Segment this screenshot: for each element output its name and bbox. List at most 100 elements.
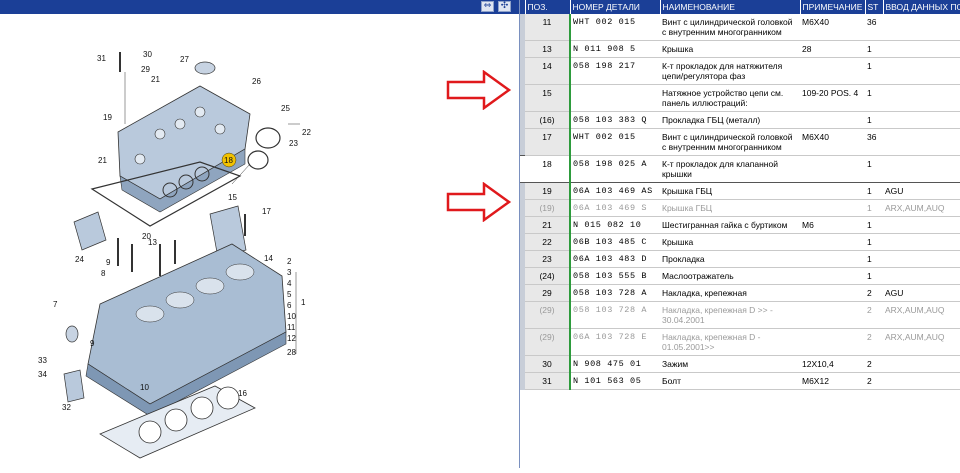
row-part-number: 058 103 383 Q bbox=[570, 111, 660, 129]
row-position: 18 bbox=[525, 155, 571, 183]
row-data-entry bbox=[883, 128, 960, 156]
row-data-entry bbox=[883, 40, 960, 58]
table-row[interactable]: 19 06A 103 469 AS Крышка ГБЦ 1 AGU bbox=[520, 182, 960, 200]
row-note bbox=[800, 182, 865, 200]
svg-text:27: 27 bbox=[180, 55, 189, 64]
row-data-entry bbox=[883, 250, 960, 268]
row-part-number: 06A 103 483 D bbox=[570, 250, 660, 268]
parts-table: ПОЗ. НОМЕР ДЕТАЛИ НАИМЕНОВАНИЕ ПРИМЕЧАНИ… bbox=[519, 0, 960, 468]
table-row[interactable]: 18 058 198 025 A К-т прокладок для клапанн… bbox=[520, 155, 960, 183]
svg-text:2: 2 bbox=[287, 257, 292, 266]
col-header-note[interactable]: ПРИМЕЧАНИЕ bbox=[800, 0, 866, 14]
row-note bbox=[800, 111, 865, 129]
row-name: Винт с цилиндрической головкой с внутрен… bbox=[660, 14, 800, 41]
table-row[interactable]: 14 058 198 217 К-т прокладок для натяжител… bbox=[520, 57, 960, 85]
row-name: Накладка, крепежная D >> - 30.04.2001 bbox=[660, 301, 800, 329]
row-part-number: N 908 475 01 bbox=[570, 355, 660, 373]
svg-text:33: 33 bbox=[38, 356, 47, 365]
row-quantity: 1 bbox=[865, 155, 883, 183]
table-row[interactable]: 31 N 101 563 05 Болт M6X12 2 bbox=[520, 372, 960, 390]
row-data-entry bbox=[883, 84, 960, 112]
row-note: 28 bbox=[800, 40, 865, 58]
table-row[interactable]: (29) 058 103 728 A Накладка, крепежная D >… bbox=[520, 301, 960, 329]
row-name: Прокладка ГБЦ (металл) bbox=[660, 111, 800, 129]
table-row[interactable]: 21 N 015 082 10 Шестигранная гайка с бурти… bbox=[520, 216, 960, 234]
row-note bbox=[800, 328, 865, 356]
row-name: Винт с цилиндрической головкой с внутрен… bbox=[660, 128, 800, 156]
row-name: К-т прокладок для клапанной крышки bbox=[660, 155, 800, 183]
row-data-entry bbox=[883, 216, 960, 234]
row-name: Накладка, крепежная D - 01.05.2001>> bbox=[660, 328, 800, 356]
cylinder-head-shape bbox=[87, 243, 287, 405]
row-note bbox=[800, 267, 865, 285]
table-row[interactable]: 13 N 011 908 5 Крышка 28 1 bbox=[520, 40, 960, 58]
row-data-entry: ARX,AUM,AUQ bbox=[883, 199, 960, 217]
row-position: 23 bbox=[525, 250, 571, 268]
svg-text:26: 26 bbox=[252, 77, 261, 86]
row-note bbox=[800, 155, 865, 183]
col-header-name[interactable]: НАИМЕНОВАНИЕ bbox=[660, 0, 801, 14]
svg-text:1: 1 bbox=[301, 298, 306, 307]
col-header-pos[interactable]: ПОЗ. bbox=[525, 0, 571, 14]
table-row[interactable]: 30 N 908 475 01 Зажим 12X10,4 2 bbox=[520, 355, 960, 373]
red-arrow-icon bbox=[446, 182, 512, 222]
row-position: (24) bbox=[525, 267, 571, 285]
row-part-number: N 015 082 10 bbox=[570, 216, 660, 234]
row-part-number: N 101 563 05 bbox=[570, 372, 660, 390]
row-part-number: 058 198 217 bbox=[570, 57, 660, 85]
row-position: 14 bbox=[525, 57, 571, 85]
table-row[interactable]: (16) 058 103 383 Q Прокладка ГБЦ (металл) 1 bbox=[520, 111, 960, 129]
svg-text:14: 14 bbox=[264, 254, 273, 263]
col-header-st[interactable]: ST bbox=[865, 0, 884, 14]
svg-text:21: 21 bbox=[151, 75, 160, 84]
row-note: 12X10,4 bbox=[800, 355, 865, 373]
row-part-number: 06A 103 469 S bbox=[570, 199, 660, 217]
table-row[interactable]: 29 058 103 728 A Накладка, крепежная 2 AGU bbox=[520, 284, 960, 302]
table-row[interactable]: 23 06A 103 483 D Прокладка 1 bbox=[520, 250, 960, 268]
row-quantity: 36 bbox=[865, 128, 883, 156]
svg-text:28: 28 bbox=[287, 348, 296, 357]
pan-tool-button[interactable]: ✣ bbox=[498, 1, 511, 12]
svg-text:8: 8 bbox=[101, 269, 106, 278]
row-position: 11 bbox=[525, 14, 571, 41]
row-name: Крышка bbox=[660, 233, 800, 251]
row-part-number bbox=[570, 84, 660, 112]
svg-text:31: 31 bbox=[97, 54, 106, 63]
row-quantity: 1 bbox=[865, 233, 883, 251]
svg-text:10: 10 bbox=[140, 383, 149, 392]
col-header-part-number[interactable]: НОМЕР ДЕТАЛИ bbox=[570, 0, 661, 14]
svg-text:6: 6 bbox=[287, 301, 292, 310]
row-position: 29 bbox=[525, 284, 571, 302]
row-quantity: 2 bbox=[865, 284, 883, 302]
table-row[interactable]: 11 WHT 002 015 Винт с цилиндрической голов… bbox=[520, 14, 960, 41]
row-note bbox=[800, 301, 865, 329]
svg-text:34: 34 bbox=[38, 370, 47, 379]
exploded-parts-diagram[interactable]: 18 30 31 29 27 21 26 25 22 23 19 21 20 1… bbox=[0, 14, 519, 468]
table-row[interactable]: 22 06B 103 485 C Крышка 1 bbox=[520, 233, 960, 251]
row-quantity: 2 bbox=[865, 301, 883, 329]
table-row[interactable]: (19) 06A 103 469 S Крышка ГБЦ 1 ARX,AUM,AUQ bbox=[520, 199, 960, 217]
table-row[interactable]: 15 Натяжное устройство цепи см. панель ил… bbox=[520, 84, 960, 112]
svg-text:19: 19 bbox=[103, 113, 112, 122]
svg-text:30: 30 bbox=[143, 50, 152, 59]
svg-text:9: 9 bbox=[106, 258, 111, 267]
row-position: 17 bbox=[525, 128, 571, 156]
svg-text:10: 10 bbox=[287, 312, 296, 321]
fit-width-button[interactable]: ⇔ bbox=[481, 1, 494, 12]
row-quantity: 36 bbox=[865, 14, 883, 41]
row-note: 109-20 POS. 4 bbox=[800, 84, 865, 112]
row-data-entry: AGU bbox=[883, 284, 960, 302]
table-row[interactable]: 17 WHT 002 015 Винт с цилиндрической голов… bbox=[520, 128, 960, 156]
svg-text:22: 22 bbox=[302, 128, 311, 137]
svg-text:3: 3 bbox=[287, 268, 292, 277]
row-data-entry bbox=[883, 57, 960, 85]
svg-text:4: 4 bbox=[287, 279, 292, 288]
row-position: 13 bbox=[525, 40, 571, 58]
row-quantity: 2 bbox=[865, 372, 883, 390]
svg-text:11: 11 bbox=[287, 323, 296, 332]
col-header-data-entry[interactable]: ВВОД ДАННЫХ ПО bbox=[883, 0, 960, 14]
table-row[interactable]: (24) 058 103 555 B Маслоотражатель 1 bbox=[520, 267, 960, 285]
row-note: M6X40 bbox=[800, 128, 865, 156]
row-position: 21 bbox=[525, 216, 571, 234]
table-row[interactable]: (29) 06A 103 728 E Накладка, крепежная D -… bbox=[520, 328, 960, 356]
